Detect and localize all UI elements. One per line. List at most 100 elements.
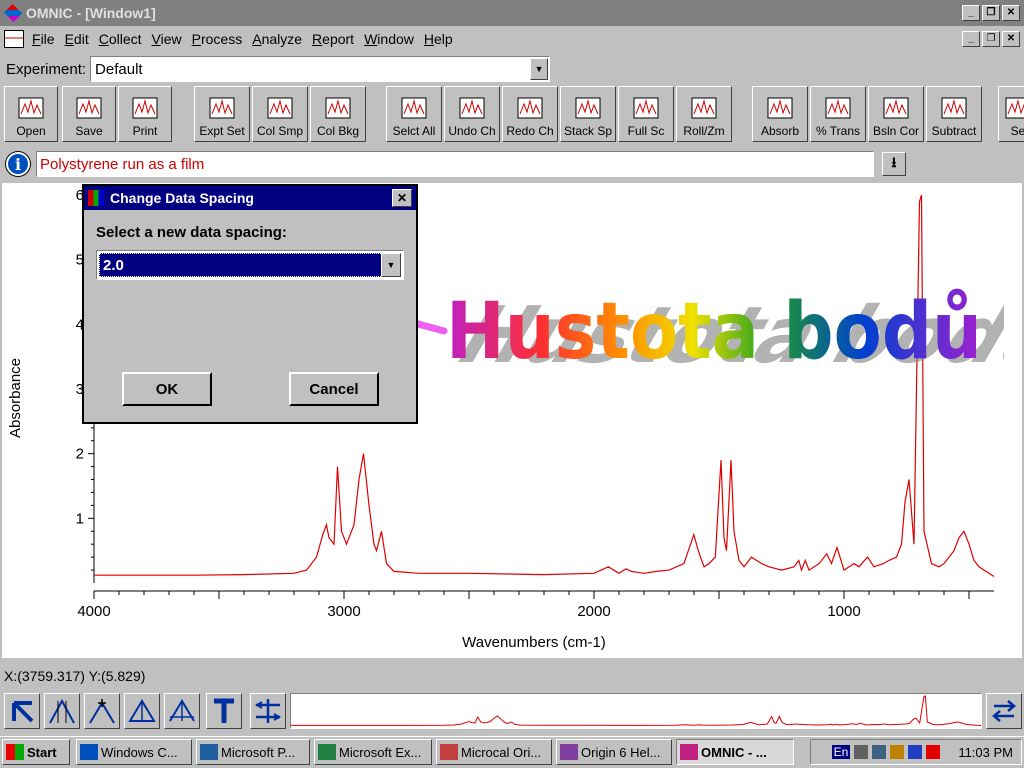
toolbar-undo-ch-button[interactable]: Undo Ch: [444, 86, 500, 142]
taskbar-item[interactable]: OMNIC - ...: [676, 739, 794, 765]
baseline-correct-icon: [881, 95, 911, 121]
menu-collect[interactable]: Collect: [99, 31, 142, 47]
toolbar-redo-ch-button[interactable]: Redo Ch: [502, 86, 558, 142]
color-icon[interactable]: [926, 745, 941, 759]
toolbar-col-smp-button[interactable]: Col Smp: [252, 86, 308, 142]
toolbar-absorb-button[interactable]: Absorb: [752, 86, 808, 142]
menu-help[interactable]: Help: [424, 31, 453, 47]
menu-edit[interactable]: Edit: [65, 31, 89, 47]
toolbar-open-button[interactable]: Open: [4, 86, 58, 142]
info-field[interactable]: Polystyrene run as a film: [36, 151, 874, 177]
search-icon: [1003, 95, 1024, 121]
toolbar-save-button[interactable]: Save: [62, 86, 116, 142]
region-tool[interactable]: [44, 693, 80, 729]
close-button[interactable]: ✕: [1002, 5, 1020, 21]
printer-icon: [130, 95, 160, 121]
taskbar-item[interactable]: Windows C...: [76, 739, 192, 765]
menu-report[interactable]: Report: [312, 31, 354, 47]
dialog-title: Change Data Spacing: [110, 190, 254, 206]
peak-area-tool[interactable]: [124, 693, 160, 729]
doc-restore-button[interactable]: ❐: [982, 31, 1000, 47]
menu-view[interactable]: View: [152, 31, 182, 47]
menu-window[interactable]: Window: [364, 31, 414, 47]
toolbar: Open Save Print Expt Set Col Smp Col Bkg Selct…: [0, 86, 1024, 144]
text-tool[interactable]: [206, 693, 242, 729]
restore-button[interactable]: ❐: [982, 5, 1000, 21]
window-title: OMNIC - [Window1]: [26, 5, 156, 21]
toolbar-stack-sp-button[interactable]: Stack Sp: [560, 86, 616, 142]
scheduler-icon[interactable]: [908, 745, 923, 759]
x-axis-label: Wavenumbers (cm-1): [462, 634, 606, 651]
document-icon[interactable]: [4, 30, 24, 48]
dialog-close-button[interactable]: ✕: [392, 189, 412, 207]
cursor-coordinates: X:(3759.317) Y:(5.829): [4, 668, 146, 684]
speaker-icon[interactable]: [854, 745, 869, 759]
taskbar-item[interactable]: Origin 6 Hel...: [556, 739, 672, 765]
toolbar-full-sc-button[interactable]: Full Sc: [618, 86, 674, 142]
swap-view-button[interactable]: [986, 693, 1022, 729]
clock[interactable]: 11:03 PM: [958, 745, 1013, 760]
toolbar-button-label: Col Smp: [256, 124, 303, 138]
full-scale-icon: [631, 95, 661, 121]
monitor-icon[interactable]: [872, 745, 887, 759]
experiment-value: Default: [95, 60, 143, 78]
doc-close-button[interactable]: ✕: [1002, 31, 1020, 47]
menu-analyze[interactable]: Analyze: [252, 31, 302, 47]
stack-spectra-icon: [573, 95, 603, 121]
peak-area-icon: [128, 699, 156, 722]
pointer-tool[interactable]: [4, 693, 40, 729]
annotation-text: Hustota bodů: [446, 287, 982, 377]
x-tick-label: 3000: [327, 603, 360, 620]
menu-file[interactable]: File: [32, 31, 55, 47]
chevron-down-icon[interactable]: ▼: [530, 58, 549, 80]
chevron-down-icon[interactable]: ▼: [381, 253, 401, 277]
cancel-button[interactable]: Cancel: [289, 372, 379, 406]
network-icon[interactable]: [890, 745, 905, 759]
y-tick-label: 2: [76, 446, 84, 463]
peak-height-tool[interactable]: [84, 693, 120, 729]
toolbar-se-button[interactable]: Se: [998, 86, 1024, 142]
toolbar-bsln-cor-button[interactable]: Bsln Cor: [868, 86, 924, 142]
minimize-button[interactable]: _: [962, 5, 980, 21]
language-indicator[interactable]: En: [831, 745, 851, 759]
data-spacing-select[interactable]: 2.0 ▼: [96, 250, 404, 280]
doc-minimize-button[interactable]: _: [962, 31, 980, 47]
expand-icon: [255, 699, 281, 723]
ok-button[interactable]: OK: [122, 372, 212, 406]
download-icon[interactable]: ⭳: [882, 152, 906, 176]
experiment-select[interactable]: Default ▼: [90, 56, 551, 82]
info-icon[interactable]: i: [6, 152, 30, 176]
toolbar-expt-set-button[interactable]: Expt Set: [194, 86, 250, 142]
system-tray: En 11:03 PM: [810, 739, 1022, 765]
taskbar-item-label: OMNIC - ...: [701, 744, 767, 760]
powerpoint-icon: [200, 744, 218, 760]
help-book-icon: [560, 744, 578, 760]
toolbar-roll-zm-button[interactable]: Roll/Zm: [676, 86, 732, 142]
start-label: Start: [27, 744, 57, 760]
peak-height-icon: [89, 699, 115, 724]
menu-process[interactable]: Process: [192, 31, 243, 47]
overview-pane[interactable]: [290, 693, 982, 729]
overview-line: [291, 695, 982, 726]
coordinate-bar: X:(3759.317) Y:(5.829): [0, 665, 1024, 687]
start-button[interactable]: Start: [2, 739, 70, 765]
title-bar[interactable]: OMNIC - [Window1] _ ❐ ✕: [0, 0, 1024, 26]
taskbar-item[interactable]: Microsoft Ex...: [314, 739, 432, 765]
toolbar--trans-button[interactable]: % Trans: [810, 86, 866, 142]
toolbar-col-bkg-button[interactable]: Col Bkg: [310, 86, 366, 142]
absorbance-icon: [765, 95, 795, 121]
taskbar-item[interactable]: Microcal Ori...: [436, 739, 552, 765]
toolbar-print-button[interactable]: Print: [118, 86, 172, 142]
toolbar-button-label: Print: [132, 124, 158, 138]
toolbar-button-label: Stack Sp: [563, 124, 613, 138]
dialog-title-bar[interactable]: Change Data Spacing ✕: [84, 186, 416, 210]
corrected-area-tool[interactable]: [164, 693, 200, 729]
select-all-icon: [399, 95, 429, 121]
toolbar-subtract-button[interactable]: Subtract: [926, 86, 982, 142]
taskbar-item[interactable]: Microsoft P...: [196, 739, 310, 765]
toolbar-selct-all-button[interactable]: Selct All: [386, 86, 442, 142]
roll-zoom-icon: [689, 95, 719, 121]
transmittance-icon: [823, 95, 853, 121]
collect-sample-icon: [265, 95, 295, 121]
expand-tool[interactable]: [250, 693, 286, 729]
